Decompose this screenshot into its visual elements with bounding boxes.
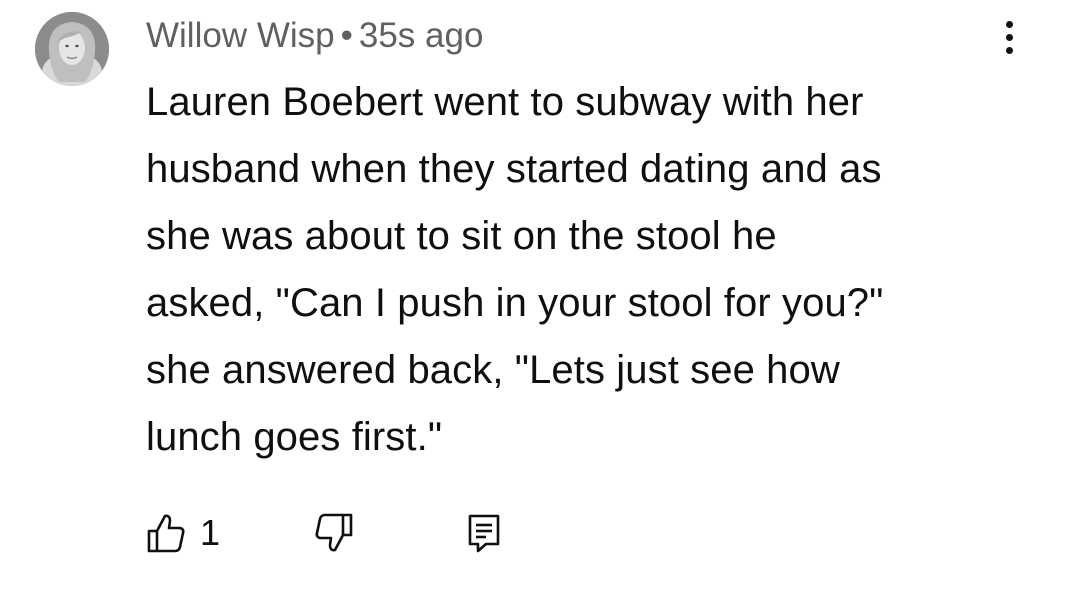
separator-dot: • bbox=[340, 16, 353, 55]
thumbs-down-icon bbox=[315, 513, 353, 552]
like-button[interactable]: 1 bbox=[146, 510, 220, 556]
more-vertical-icon-dot bbox=[1005, 46, 1013, 54]
comment-header: Willow Wisp • 35s ago bbox=[146, 14, 483, 58]
comment-text: Lauren Boebert went to subway with her h… bbox=[146, 80, 884, 459]
more-vertical-icon-dot bbox=[1005, 33, 1013, 41]
dislike-button[interactable] bbox=[314, 510, 354, 556]
like-count: 1 bbox=[200, 512, 221, 553]
more-vertical-icon bbox=[1005, 20, 1013, 28]
author-name[interactable]: Willow Wisp bbox=[146, 16, 335, 55]
more-options-button[interactable] bbox=[992, 16, 1026, 58]
comment-icon bbox=[468, 514, 500, 553]
avatar-image bbox=[35, 12, 109, 86]
thumbs-up-icon bbox=[147, 514, 185, 553]
reply-button[interactable] bbox=[464, 510, 504, 556]
avatar[interactable] bbox=[35, 12, 109, 86]
comment: Willow Wisp • 35s ago Lauren Boebert went … bbox=[0, 0, 1080, 598]
timestamp[interactable]: 35s ago bbox=[359, 16, 484, 55]
